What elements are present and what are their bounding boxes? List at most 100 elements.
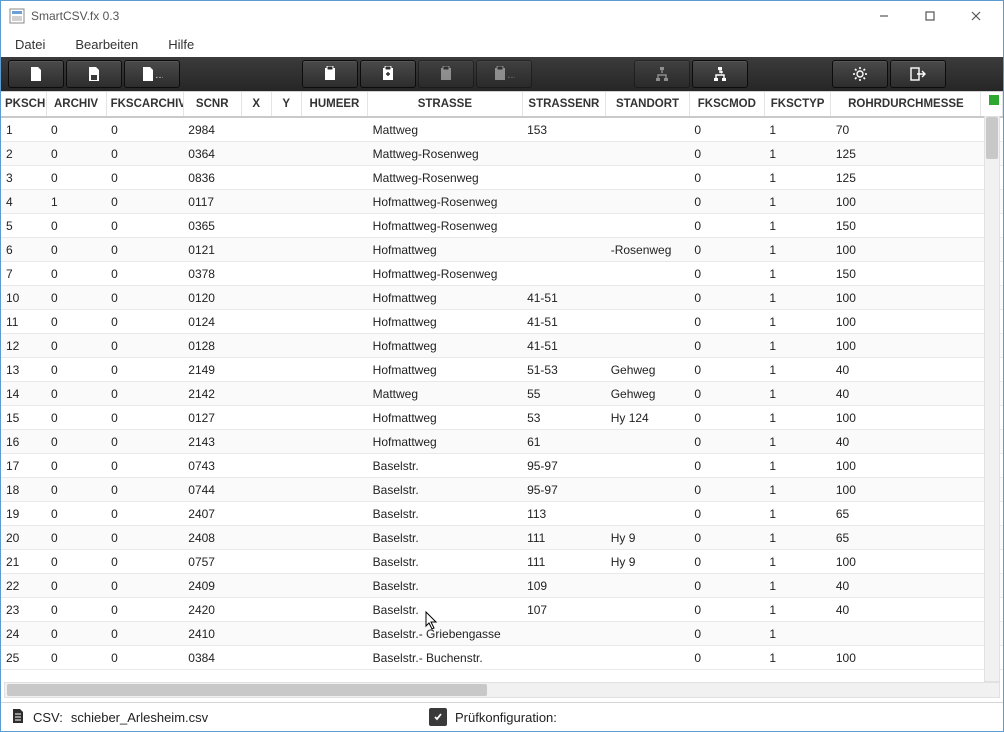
cell-x[interactable]	[241, 478, 271, 502]
cell-mod[interactable]: 0	[689, 310, 764, 334]
cell-fks[interactable]: 0	[106, 238, 183, 262]
cell-y[interactable]	[271, 598, 301, 622]
cell-strnr[interactable]: 55	[522, 382, 606, 406]
cell-id[interactable]: 14	[1, 382, 46, 406]
cell-fks[interactable]: 0	[106, 334, 183, 358]
cell-typ[interactable]: 1	[764, 646, 830, 670]
cell-scnr[interactable]: 0128	[183, 334, 241, 358]
cell-str[interactable]: Hofmattweg	[368, 286, 522, 310]
cell-mod[interactable]: 0	[689, 286, 764, 310]
cell-x[interactable]	[241, 454, 271, 478]
cell-scnr[interactable]: 2420	[183, 598, 241, 622]
cell-y[interactable]	[271, 166, 301, 190]
cell-scnr[interactable]: 0127	[183, 406, 241, 430]
cell-id[interactable]: 21	[1, 550, 46, 574]
cell-id[interactable]: 13	[1, 358, 46, 382]
cell-hu[interactable]	[301, 646, 367, 670]
cell-archiv[interactable]: 0	[46, 382, 106, 406]
cell-scnr[interactable]: 0364	[183, 142, 241, 166]
cell-x[interactable]	[241, 142, 271, 166]
menu-edit[interactable]: Bearbeiten	[69, 35, 144, 54]
cell-typ[interactable]: 1	[764, 406, 830, 430]
cell-stand[interactable]	[606, 502, 690, 526]
cell-rohr[interactable]: 100	[831, 478, 981, 502]
cell-rohr[interactable]: 100	[831, 286, 981, 310]
cell-scnr[interactable]: 0743	[183, 454, 241, 478]
cell-scnr[interactable]: 0121	[183, 238, 241, 262]
cell-str[interactable]: Mattweg	[368, 382, 522, 406]
cell-typ[interactable]: 1	[764, 478, 830, 502]
cell-mod[interactable]: 0	[689, 406, 764, 430]
cell-strnr[interactable]: 109	[522, 574, 606, 598]
cell-id[interactable]: 17	[1, 454, 46, 478]
data-table[interactable]: PKSCHIEBER ARCHIV FKSCARCHIV SCNR X Y HU…	[1, 92, 1003, 670]
cell-archiv[interactable]: 0	[46, 454, 106, 478]
cell-hu[interactable]	[301, 430, 367, 454]
cell-str[interactable]: Hofmattweg	[368, 238, 522, 262]
cell-id[interactable]: 22	[1, 574, 46, 598]
close-button[interactable]	[953, 1, 999, 31]
cell-archiv[interactable]: 0	[46, 142, 106, 166]
cell-id[interactable]: 25	[1, 646, 46, 670]
cell-rohr[interactable]: 150	[831, 214, 981, 238]
cell-fks[interactable]: 0	[106, 526, 183, 550]
col-header-archiv[interactable]: ARCHIV	[46, 92, 106, 117]
cell-typ[interactable]: 1	[764, 502, 830, 526]
table-row[interactable]: 15000127Hofmattweg53Hy 12401100	[1, 406, 1003, 430]
cell-typ[interactable]: 1	[764, 358, 830, 382]
cell-strnr[interactable]: 111	[522, 526, 606, 550]
col-header-scnr[interactable]: SCNR	[183, 92, 241, 117]
cell-typ[interactable]: 1	[764, 622, 830, 646]
cell-id[interactable]: 3	[1, 166, 46, 190]
cell-archiv[interactable]: 0	[46, 334, 106, 358]
cell-mod[interactable]: 0	[689, 190, 764, 214]
table-row[interactable]: 5000365Hofmattweg-Rosenweg01150	[1, 214, 1003, 238]
cell-archiv[interactable]: 0	[46, 310, 106, 334]
cell-archiv[interactable]: 0	[46, 622, 106, 646]
cell-rohr[interactable]: 70	[831, 117, 981, 142]
settings-button[interactable]	[832, 60, 888, 88]
cell-str[interactable]: Baselstr.- Buchenstr.	[368, 646, 522, 670]
cell-y[interactable]	[271, 646, 301, 670]
cell-stand[interactable]	[606, 598, 690, 622]
cell-hu[interactable]	[301, 262, 367, 286]
cell-str[interactable]: Baselstr.- Griebengasse	[368, 622, 522, 646]
save-document-button[interactable]	[66, 60, 122, 88]
cell-mod[interactable]: 0	[689, 142, 764, 166]
cell-archiv[interactable]: 0	[46, 574, 106, 598]
exit-button[interactable]	[890, 60, 946, 88]
cell-x[interactable]	[241, 382, 271, 406]
cell-id[interactable]: 18	[1, 478, 46, 502]
table-row[interactable]: 4100117Hofmattweg-Rosenweg01100	[1, 190, 1003, 214]
cell-x[interactable]	[241, 430, 271, 454]
cell-strnr[interactable]	[522, 142, 606, 166]
cell-strnr[interactable]	[522, 646, 606, 670]
cell-stand[interactable]	[606, 454, 690, 478]
col-header-pkschieber[interactable]: PKSCHIEBER	[1, 92, 46, 117]
cell-x[interactable]	[241, 622, 271, 646]
cell-stand[interactable]: Hy 9	[606, 526, 690, 550]
cell-strnr[interactable]	[522, 622, 606, 646]
cell-str[interactable]: Baselstr.	[368, 598, 522, 622]
table-menu-indicator[interactable]	[989, 95, 999, 105]
cell-mod[interactable]: 0	[689, 598, 764, 622]
cell-rohr[interactable]: 125	[831, 166, 981, 190]
cell-typ[interactable]: 1	[764, 238, 830, 262]
cell-mod[interactable]: 0	[689, 117, 764, 142]
cell-typ[interactable]: 1	[764, 214, 830, 238]
cell-x[interactable]	[241, 598, 271, 622]
cell-typ[interactable]: 1	[764, 598, 830, 622]
cell-stand[interactable]	[606, 622, 690, 646]
cell-id[interactable]: 19	[1, 502, 46, 526]
cell-id[interactable]: 12	[1, 334, 46, 358]
table-row[interactable]: 24002410Baselstr.- Griebengasse01	[1, 622, 1003, 646]
cell-stand[interactable]	[606, 190, 690, 214]
cell-fks[interactable]: 0	[106, 214, 183, 238]
cell-rohr[interactable]: 40	[831, 382, 981, 406]
cell-y[interactable]	[271, 622, 301, 646]
cell-str[interactable]: Hofmattweg-Rosenweg	[368, 262, 522, 286]
cell-typ[interactable]: 1	[764, 430, 830, 454]
cell-id[interactable]: 20	[1, 526, 46, 550]
col-header-humeer[interactable]: HUMEER	[301, 92, 367, 117]
cell-str[interactable]: Baselstr.	[368, 550, 522, 574]
